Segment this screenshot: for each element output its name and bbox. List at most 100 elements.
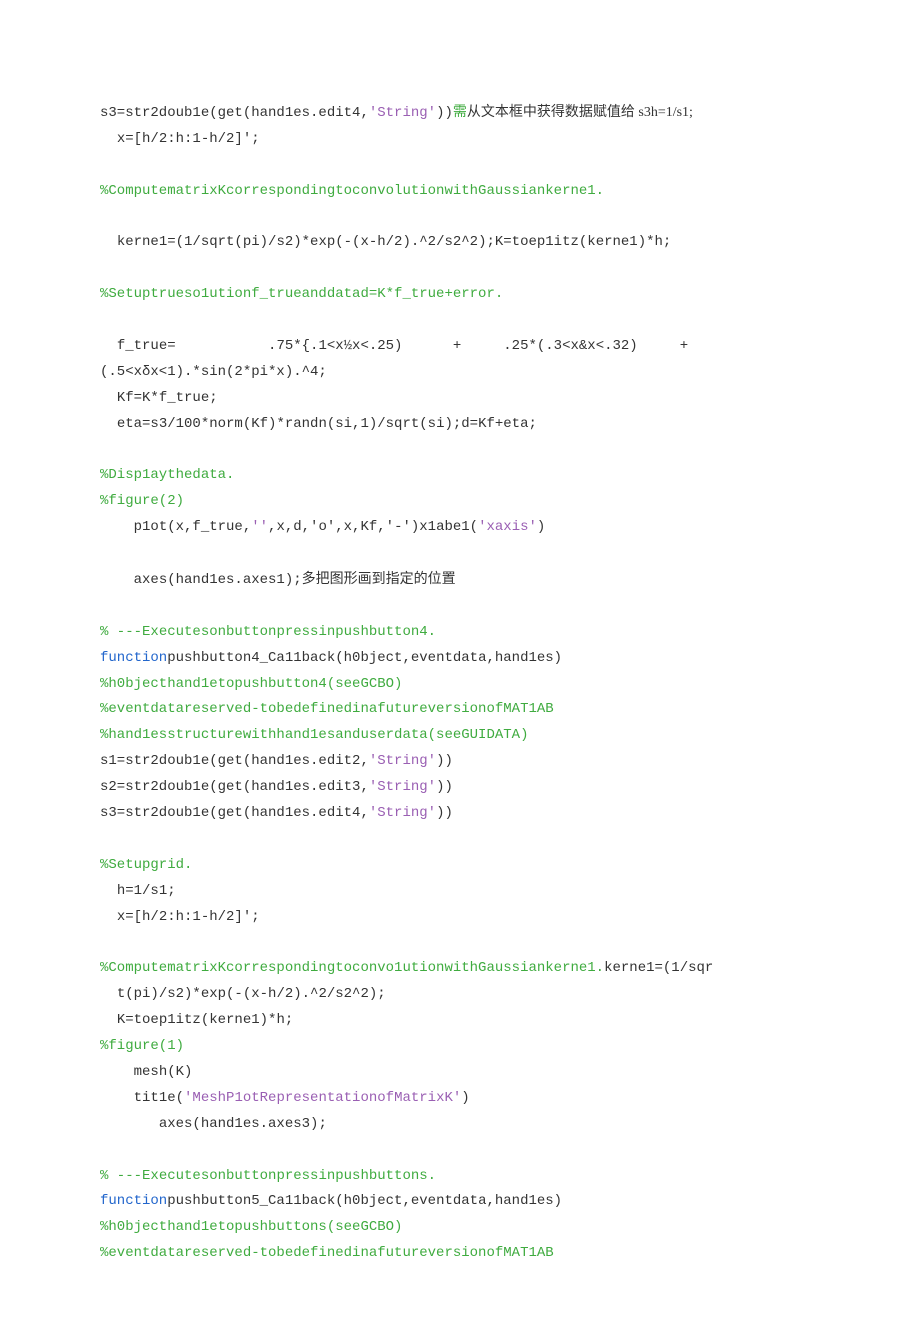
code-segment: %Setupgrid. [100, 857, 192, 873]
code-segment: 'String' [369, 753, 436, 769]
code-segment: tit1e( [100, 1090, 184, 1106]
code-segment: function [100, 1193, 167, 1209]
code-line: x=[h/2:h:1-h/2]'; [100, 127, 860, 153]
code-segment: pushbutton4_Ca11back(h0bject,eventdata,h… [167, 650, 562, 666]
code-segment: % --- [100, 624, 142, 640]
code-segment: %Disp1aythedata. [100, 467, 234, 483]
code-segment: %ComputematrixKcorrespondingtoconvolutio… [100, 183, 604, 199]
code-line: % ---Executesonbuttonpressinpushbutton4. [100, 620, 860, 646]
code-line [100, 153, 860, 179]
code-segment: s3=str2doub1e(get(hand1es.edit4, [100, 105, 369, 121]
code-line: K=toep1itz(kerne1)*h; [100, 1008, 860, 1034]
code-segment: %ComputematrixKcorrespondingtoconvo1utio… [100, 960, 604, 976]
code-line: kerne1=(1/sqrt(pi)/s2)*exp(-(x-h/2).^2/s… [100, 230, 860, 256]
code-line: %h0bjecthand1etopushbutton4(seeGCBO) [100, 672, 860, 698]
code-line: axes(hand1es.axes1);多把图形画到指定的位置 [100, 567, 860, 594]
code-segment: p1ot(x,f_true, [100, 519, 251, 535]
code-segment: h=1/s1; [100, 883, 176, 899]
code-segment: 多把图形画到指定的位置 [302, 572, 456, 587]
code-segment: Executesonbuttonpressinpushbutton4. [142, 624, 436, 640]
code-line: Kf=K*f_true; [100, 386, 860, 412]
code-line: %ComputematrixKcorrespondingtoconvolutio… [100, 179, 860, 205]
code-segment: 'MeshP1otRepresentationofMatrixK' [184, 1090, 461, 1106]
code-segment: s1=str2doub1e(get(hand1es.edit2, [100, 753, 369, 769]
code-segment: K=toep1itz(kerne1)*h; [100, 1012, 293, 1028]
code-line: %figure(2) [100, 489, 860, 515]
code-segment: mesh(K) [100, 1064, 192, 1080]
code-segment: eta=s3/100*norm(Kf)*randn(si,1)/sqrt(si)… [100, 416, 537, 432]
code-segment: (.5<xδx<1).*sin(2*pi*x).^4; [100, 364, 327, 380]
code-line: %eventdatareserved-tobedefinedinafuturev… [100, 1241, 860, 1267]
code-line [100, 308, 860, 334]
code-segment: x=[h/2:h:1-h/2]'; [100, 909, 260, 925]
code-segment: x=[h/2:h:1-h/2]'; [100, 131, 260, 147]
code-line: eta=s3/100*norm(Kf)*randn(si,1)/sqrt(si)… [100, 412, 860, 438]
code-segment: )) [436, 753, 453, 769]
code-line: %ComputematrixKcorrespondingtoconvo1utio… [100, 956, 860, 982]
code-line: tit1e('MeshP1otRepresentationofMatrixK') [100, 1086, 860, 1112]
code-segment: 'String' [369, 779, 436, 795]
code-segment: ) [461, 1090, 469, 1106]
code-line [100, 256, 860, 282]
code-segment: )) [436, 105, 453, 121]
code-segment: %eventdatareserved-tobedefinedinafuturev… [100, 1245, 554, 1261]
code-line: %Setuptrueso1utionf_trueanddatad=K*f_tru… [100, 282, 860, 308]
code-line: p1ot(x,f_true,'',x,d,'o',x,Kf,'-')x1abe1… [100, 515, 860, 541]
code-line: % ---Executesonbuttonpressinpushbuttons. [100, 1164, 860, 1190]
code-line: x=[h/2:h:1-h/2]'; [100, 905, 860, 931]
code-segment: axes(hand1es.axes3); [100, 1116, 327, 1132]
code-line: %h0bjecthand1etopushbuttons(seeGCBO) [100, 1215, 860, 1241]
code-line [100, 1138, 860, 1164]
code-segment: )) [436, 779, 453, 795]
code-segment: %h0bjecthand1etopushbutton4(seeGCBO) [100, 676, 402, 692]
code-segment: kerne1=(1/sqrt(pi)/s2)*exp(-(x-h/2).^2/s… [100, 234, 671, 250]
code-segment: function [100, 650, 167, 666]
code-line [100, 931, 860, 957]
code-segment: s2=str2doub1e(get(hand1es.edit3, [100, 779, 369, 795]
code-segment: %h0bjecthand1etopushbuttons(seeGCBO) [100, 1219, 402, 1235]
code-line: axes(hand1es.axes3); [100, 1112, 860, 1138]
code-block: s3=str2doub1e(get(hand1es.edit4,'String'… [100, 100, 860, 1267]
code-segment: Executesonbuttonpressinpushbuttons. [142, 1168, 436, 1184]
code-segment: axes(hand1es.axes1); [100, 572, 302, 588]
code-line [100, 205, 860, 231]
code-segment: f_true= .75*{.1<x½x<.25) + .25*(.3<x&x<.… [100, 338, 688, 354]
code-segment: %eventdatareserved-tobedefinedinafuturev… [100, 701, 554, 717]
code-line: functionpushbutton4_Ca11back(h0bject,eve… [100, 646, 860, 672]
code-line: mesh(K) [100, 1060, 860, 1086]
code-line [100, 438, 860, 464]
code-segment: % --- [100, 1168, 142, 1184]
code-line: s2=str2doub1e(get(hand1es.edit3,'String'… [100, 775, 860, 801]
code-segment: 'String' [369, 805, 436, 821]
code-segment: ,x,d,'o',x,Kf,'-')x1abe1( [268, 519, 478, 535]
code-segment: %figure(1) [100, 1038, 184, 1054]
code-segment: 'String' [369, 105, 436, 121]
code-line: t(pi)/s2)*exp(-(x-h/2).^2/s2^2); [100, 982, 860, 1008]
code-segment: kerne1=(1/sqr [604, 960, 713, 976]
code-segment: 需 [453, 105, 467, 120]
code-segment: Kf=K*f_true; [100, 390, 218, 406]
code-line: (.5<xδx<1).*sin(2*pi*x).^4; [100, 360, 860, 386]
code-line: h=1/s1; [100, 879, 860, 905]
code-segment: 'xaxis' [478, 519, 537, 535]
code-segment: t(pi)/s2)*exp(-(x-h/2).^2/s2^2); [100, 986, 386, 1002]
code-segment: )) [436, 805, 453, 821]
code-line: %Disp1aythedata. [100, 463, 860, 489]
code-segment: ) [537, 519, 545, 535]
code-line: %hand1esstructurewithhand1esanduserdata(… [100, 723, 860, 749]
code-segment: '' [251, 519, 268, 535]
code-line [100, 541, 860, 567]
code-segment: s3=str2doub1e(get(hand1es.edit4, [100, 805, 369, 821]
code-line: %eventdatareserved-tobedefinedinafuturev… [100, 697, 860, 723]
code-line: s3=str2doub1e(get(hand1es.edit4,'String'… [100, 100, 860, 127]
code-segment: %figure(2) [100, 493, 184, 509]
code-line: s3=str2doub1e(get(hand1es.edit4,'String'… [100, 801, 860, 827]
code-line: functionpushbutton5_Ca11back(h0bject,eve… [100, 1189, 860, 1215]
code-line: f_true= .75*{.1<x½x<.25) + .25*(.3<x&x<.… [100, 334, 860, 360]
code-segment: 从文本框中获得数据赋值给 s3h=1/s1; [467, 105, 693, 120]
code-line: %figure(1) [100, 1034, 860, 1060]
code-line: s1=str2doub1e(get(hand1es.edit2,'String'… [100, 749, 860, 775]
code-line [100, 594, 860, 620]
code-segment: %hand1esstructurewithhand1esanduserdata(… [100, 727, 528, 743]
code-segment: pushbutton5_Ca11back(h0bject,eventdata,h… [167, 1193, 562, 1209]
